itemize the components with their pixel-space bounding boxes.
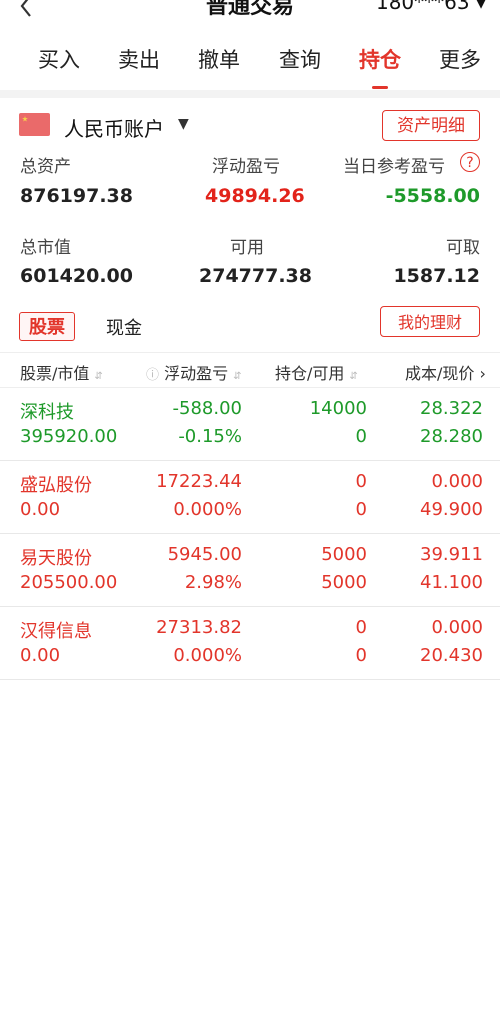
position-qty: 0 [355,471,367,492]
cost-price: 0.000 [431,617,483,638]
position-qty: 5000 [321,544,367,565]
available-qty: 0 [355,426,367,447]
current-price: 20.430 [420,645,483,666]
tab-query[interactable]: 查询 [270,44,330,74]
position-qty: 0 [355,617,367,638]
account-switcher[interactable]: 180***63 ▾ [376,0,486,14]
float-pl: 5945.00 [167,544,242,565]
available-qty: 0 [355,645,367,666]
help-icon: ⓘ [146,368,160,383]
total-assets-value: 876197.38 [20,185,133,207]
stock-name: 易天股份 [20,548,92,569]
market-value: 0.00 [20,645,61,666]
currency-account-label[interactable]: 人民币账户 [64,113,164,142]
available-qty: 5000 [321,572,367,593]
divider [0,90,500,98]
today-pl-value: -5558.00 [385,185,480,207]
tab-more[interactable]: 更多 [430,44,490,74]
float-pl: 17223.44 [156,471,242,492]
table-row[interactable]: 汉得信息 0.00 27313.82 0.000% 0 0 0.000 20.430 [0,607,500,680]
tab-cancel[interactable]: 撤单 [189,44,249,74]
table-header: 股票/市值 ⇵ ⓘ 浮动盈亏 ⇵ 持仓/可用 ⇵ 成本/现价 › [0,352,500,388]
asset-detail-button[interactable]: 资产明细 [382,110,480,141]
subtab-cash[interactable]: 现金 [106,314,142,340]
cost-price: 28.322 [420,398,483,419]
available-label: 可用 [230,238,264,258]
col-header-position[interactable]: 持仓/可用 ⇵ [275,360,358,384]
withdrawable-value: 1587.12 [393,265,480,287]
tab-sell[interactable]: 卖出 [109,44,169,74]
stock-name: 深科技 [20,402,74,423]
active-tab-indicator [372,86,388,89]
sort-icon: ⇵ [233,371,242,382]
stock-name: 盛弘股份 [20,475,92,496]
col-header-cost[interactable]: 成本/现价 › [405,360,486,384]
table-row[interactable]: 易天股份 205500.00 5945.00 2.98% 5000 5000 39.911 4… [0,534,500,607]
table-row[interactable]: 深科技 395920.00 -588.00 -0.15% 14000 0 28.322 28.… [0,388,500,461]
chevron-right-icon[interactable]: › [480,364,486,383]
subtab-stock[interactable]: 股票 [19,312,75,341]
caret-down-icon[interactable]: ▼ [178,116,189,132]
cost-price: 39.911 [420,544,483,565]
col-header-stock[interactable]: 股票/市值 ⇵ [20,360,103,384]
stock-name: 汉得信息 [20,621,92,642]
float-pl-label: 浮动盈亏 [212,157,280,177]
sort-icon: ⇵ [349,371,358,382]
market-value-label: 总市值 [20,238,71,258]
market-value: 395920.00 [20,426,118,447]
available-value: 274777.38 [199,265,312,287]
table-row[interactable]: 盛弘股份 0.00 17223.44 0.000% 0 0 0.000 49.900 [0,461,500,534]
float-pl: 27313.82 [156,617,242,638]
float-pl-pct: 2.98% [184,572,242,593]
float-pl-pct: -0.15% [178,426,242,447]
current-price: 49.900 [420,499,483,520]
china-flag-icon [19,113,50,136]
withdrawable-label: 可取 [446,238,480,258]
help-icon[interactable]: ? [460,152,480,172]
float-pl-value: 49894.26 [205,185,305,207]
col-header-pl[interactable]: ⓘ 浮动盈亏 ⇵ [146,360,242,384]
float-pl-pct: 0.000% [173,499,242,520]
market-value: 0.00 [20,499,61,520]
tab-buy[interactable]: 买入 [29,44,89,74]
cost-price: 0.000 [431,471,483,492]
position-qty: 14000 [309,398,367,419]
available-qty: 0 [355,499,367,520]
current-price: 41.100 [420,572,483,593]
market-value: 205500.00 [20,572,118,593]
tab-positions[interactable]: 持仓 [350,44,410,74]
float-pl-pct: 0.000% [173,645,242,666]
total-assets-label: 总资产 [20,157,71,177]
float-pl: -588.00 [172,398,242,419]
market-value-value: 601420.00 [20,265,133,287]
current-price: 28.280 [420,426,483,447]
sort-icon: ⇵ [94,371,103,382]
main-tabs: 买入 卖出 撤单 查询 持仓 更多 [0,44,500,84]
my-finance-button[interactable]: 我的理财 [380,306,480,337]
today-pl-label: 当日参考盈亏 [343,157,445,177]
